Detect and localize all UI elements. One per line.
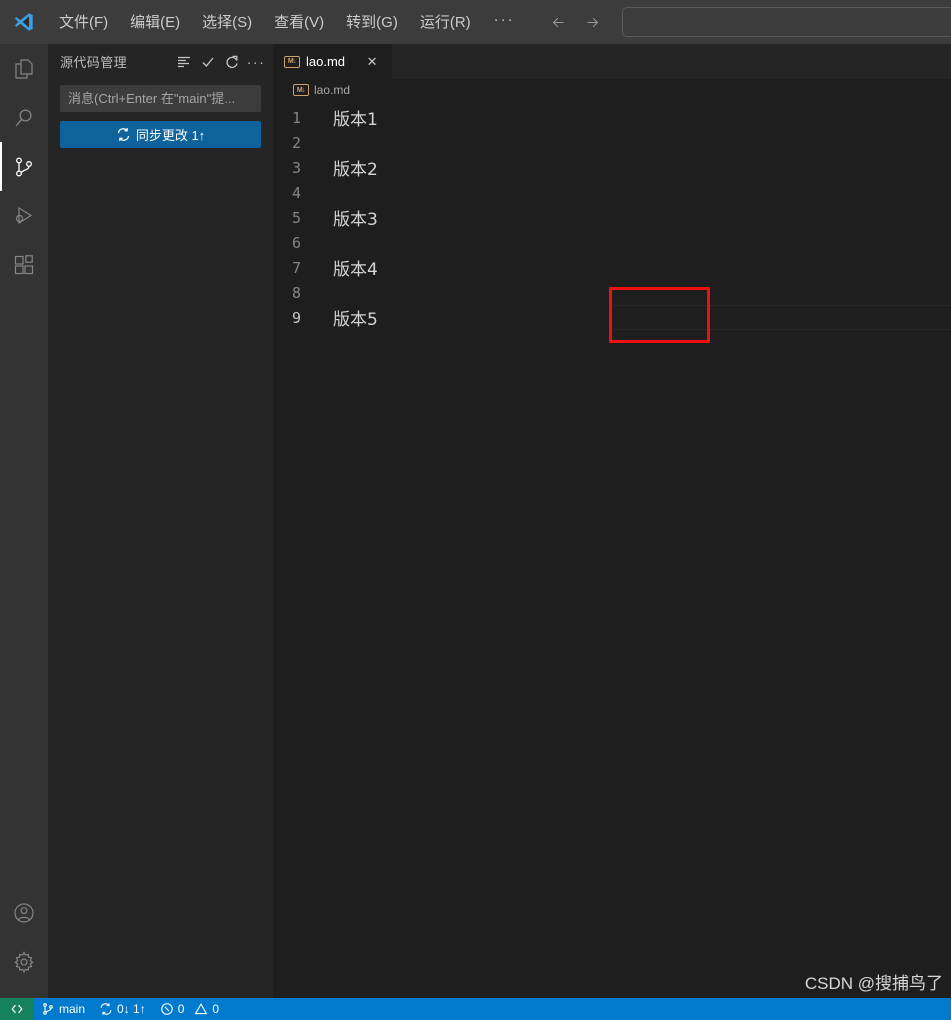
code-line[interactable]: 1 版本1 — [273, 105, 951, 131]
breadcrumb-item-file[interactable]: lao.md — [314, 83, 350, 97]
commit-message-input[interactable] — [61, 91, 260, 106]
status-branch-label: main — [59, 1002, 86, 1016]
line-number: 6 — [291, 233, 301, 252]
refresh-button[interactable] — [221, 51, 243, 73]
code-line[interactable]: 7 版本4 — [273, 255, 951, 281]
code-line[interactable]: 5 版本3 — [273, 205, 951, 231]
menu-edit[interactable]: 编辑(E) — [119, 9, 191, 36]
sync-changes-label: 同步更改 1↑ — [135, 128, 206, 143]
markdown-file-icon: M↓ — [293, 84, 309, 96]
code-line[interactable]: 6 — [273, 230, 951, 255]
breadcrumb: M↓ lao.md — [273, 79, 951, 101]
menu-selection[interactable]: 选择(S) — [191, 9, 263, 36]
line-number: 3 — [291, 158, 301, 177]
title-bar: 文件(F) 编辑(E) 选择(S) 查看(V) 转到(G) 运行(R) ··· — [0, 0, 951, 44]
code-line[interactable]: 4 — [273, 180, 951, 205]
line-number: 5 — [291, 208, 301, 227]
arrow-left-icon[interactable] — [545, 9, 573, 35]
activitybar-item-settings[interactable] — [0, 937, 48, 986]
status-sync-label: 0↓ 1↑ — [117, 1002, 146, 1016]
command-center-search[interactable] — [622, 7, 951, 37]
menu-run[interactable]: 运行(R) — [409, 9, 482, 36]
commit-button[interactable] — [197, 51, 219, 73]
markdown-file-icon: M↓ — [284, 55, 300, 68]
sync-icon — [99, 1002, 113, 1016]
warning-triangle-icon — [194, 1002, 208, 1016]
line-number: 9 — [291, 308, 301, 327]
activitybar-item-explorer[interactable] — [0, 44, 48, 93]
tab-lao-md[interactable]: M↓ lao.md ✕ — [273, 44, 393, 79]
code-lines: 1 版本1 2 3 版本2 4 5 版本3 6 7 版本4 8 9 版本5 — [273, 101, 951, 330]
line-number: 7 — [291, 258, 301, 277]
arrow-right-icon[interactable] — [579, 9, 607, 35]
line-text: 版本4 — [333, 260, 378, 280]
sidebar-title: 源代码管理 — [60, 55, 128, 70]
search-input[interactable] — [623, 8, 951, 36]
sidebar-source-control: 源代码管理 ··· 消息(Ctrl+Enter 在"main"提... 同步更改… — [48, 44, 273, 998]
code-line[interactable]: 2 — [273, 130, 951, 155]
menu-goto[interactable]: 转到(G) — [335, 9, 409, 36]
error-circle-icon — [160, 1002, 174, 1016]
sidebar-actions: ··· — [173, 51, 267, 73]
status-bar: main 0↓ 1↑ 0 0 — [0, 998, 951, 1020]
tab-bar-empty-space — [393, 44, 951, 79]
vscode-window: 文件(F) 编辑(E) 选择(S) 查看(V) 转到(G) 运行(R) ··· — [0, 0, 951, 1020]
sync-icon — [116, 127, 131, 142]
activitybar-item-run-debug[interactable] — [0, 191, 48, 240]
text-editor[interactable]: 1 版本1 2 3 版本2 4 5 版本3 6 7 版本4 8 9 版本5 — [273, 101, 951, 998]
sidebar-header: 源代码管理 ··· — [48, 44, 273, 79]
code-line[interactable]: 8 — [273, 280, 951, 305]
editor-area: M↓ lao.md ✕ M↓ lao.md 1 版本1 2 3 版本2 4 5 … — [273, 44, 951, 998]
activity-bar — [0, 44, 48, 998]
view-as-list-button[interactable] — [173, 51, 195, 73]
status-warning-count: 0 — [212, 1002, 220, 1016]
menu-view[interactable]: 查看(V) — [263, 9, 335, 36]
code-line-active[interactable]: 9 版本5 — [273, 305, 951, 330]
line-number: 1 — [291, 108, 301, 127]
status-error-count: 0 — [177, 1002, 185, 1016]
line-text: 版本5 — [333, 310, 378, 330]
more-actions-button[interactable]: ··· — [245, 51, 267, 73]
menu-overflow-button[interactable]: ··· — [482, 7, 527, 38]
ellipsis-icon: ··· — [246, 53, 266, 70]
remote-window-icon[interactable] — [0, 998, 34, 1020]
activitybar-item-extensions[interactable] — [0, 240, 48, 289]
git-branch-icon — [41, 1002, 55, 1016]
line-number: 2 — [291, 133, 301, 152]
activitybar-item-search[interactable] — [0, 93, 48, 142]
activitybar-item-source-control[interactable] — [0, 142, 48, 191]
sync-changes-button[interactable]: 同步更改 1↑ — [60, 121, 261, 148]
line-number: 4 — [291, 183, 301, 202]
line-text: 版本2 — [333, 160, 378, 180]
status-sync[interactable]: 0↓ 1↑ — [92, 998, 153, 1020]
status-branch[interactable]: main — [34, 998, 92, 1020]
tab-label: lao.md — [306, 54, 346, 69]
menu-bar: 文件(F) 编辑(E) 选择(S) 查看(V) 转到(G) 运行(R) ··· — [48, 7, 527, 38]
menu-file[interactable]: 文件(F) — [48, 9, 119, 36]
workbench-body: 源代码管理 ··· 消息(Ctrl+Enter 在"main"提... 同步更改… — [0, 44, 951, 998]
line-text: 版本1 — [333, 110, 378, 130]
activitybar-item-accounts[interactable] — [0, 888, 48, 937]
close-icon[interactable]: ✕ — [363, 53, 381, 71]
line-number: 8 — [291, 283, 301, 302]
commit-message-box[interactable] — [60, 85, 261, 112]
status-problems[interactable]: 0 0 — [153, 998, 226, 1020]
vscode-logo-icon — [0, 11, 48, 33]
navigation-buttons — [545, 9, 607, 35]
code-line[interactable]: 3 版本2 — [273, 155, 951, 181]
tab-bar: M↓ lao.md ✕ — [273, 44, 951, 79]
line-text: 版本3 — [333, 210, 378, 230]
